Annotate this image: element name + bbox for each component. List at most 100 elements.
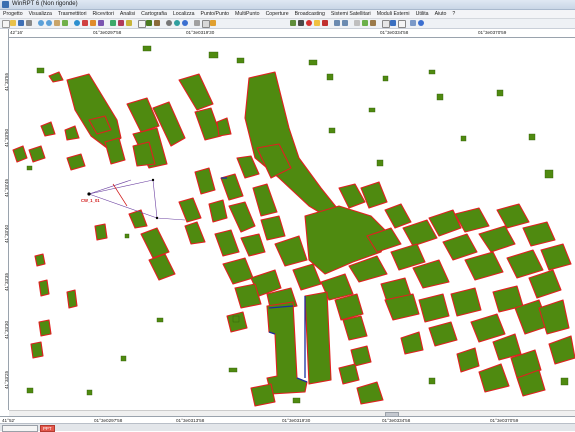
building[interactable]: [94, 223, 108, 241]
export-icon[interactable]: [194, 20, 200, 26]
building[interactable]: [34, 253, 46, 267]
menu-cartografia[interactable]: Cartografia: [138, 10, 170, 18]
building-icon[interactable]: [154, 20, 160, 26]
building[interactable]: [64, 125, 80, 141]
status-tab[interactable]: [2, 425, 38, 432]
menu-localizza[interactable]: Localizza: [170, 10, 198, 18]
select-icon[interactable]: [138, 20, 146, 28]
menu-aiuto[interactable]: Aiuto: [432, 10, 450, 18]
building[interactable]: [38, 279, 50, 297]
route-icon[interactable]: [290, 20, 296, 26]
zoom-out-icon[interactable]: [46, 20, 52, 26]
map-icon[interactable]: [362, 20, 368, 26]
building[interactable]: [48, 71, 64, 83]
building[interactable]: [548, 335, 575, 365]
building[interactable]: [478, 363, 510, 393]
settings-icon[interactable]: [166, 20, 172, 26]
building[interactable]: [38, 319, 52, 337]
map-svg[interactable]: CW_1_01: [9, 38, 575, 410]
building[interactable]: [338, 363, 360, 385]
draw-line-icon[interactable]: [298, 20, 304, 26]
building[interactable]: [304, 291, 332, 385]
building[interactable]: [540, 243, 572, 271]
menu-multipunto[interactable]: MultiPunto: [232, 10, 263, 18]
building[interactable]: [456, 347, 480, 373]
building[interactable]: [522, 221, 556, 247]
building[interactable]: [128, 209, 148, 229]
building[interactable]: [228, 201, 256, 233]
building[interactable]: [274, 235, 308, 267]
building[interactable]: [496, 203, 530, 229]
building[interactable]: [292, 263, 322, 291]
building[interactable]: [538, 299, 570, 335]
menu-moduli-esterni[interactable]: Moduli Esterni: [374, 10, 413, 18]
menu-utilita[interactable]: Utilita: [413, 10, 432, 18]
building[interactable]: [506, 249, 544, 279]
building[interactable]: [208, 199, 228, 223]
building[interactable]: [30, 341, 44, 359]
open-icon[interactable]: [10, 20, 16, 26]
building[interactable]: [342, 315, 368, 341]
building[interactable]: [528, 269, 562, 299]
menu-coperture[interactable]: Coperture: [263, 10, 292, 18]
building[interactable]: [450, 287, 482, 317]
undo-icon[interactable]: [334, 20, 340, 26]
building[interactable]: [216, 117, 232, 137]
building[interactable]: [442, 233, 478, 261]
menu-punto-punto[interactable]: Punto/Punto: [197, 10, 232, 18]
building[interactable]: [126, 97, 160, 133]
building[interactable]: [252, 183, 278, 217]
legend-icon[interactable]: [354, 20, 360, 26]
menu-progetto[interactable]: Progetto: [0, 10, 26, 18]
receiver-icon[interactable]: [90, 20, 96, 26]
profile-icon[interactable]: [118, 20, 124, 26]
measure-icon[interactable]: [210, 20, 216, 26]
info-icon[interactable]: [182, 20, 188, 26]
building[interactable]: [464, 251, 504, 281]
print-icon[interactable]: [26, 20, 32, 26]
help-icon[interactable]: [418, 20, 424, 26]
building[interactable]: [104, 137, 126, 165]
building[interactable]: [428, 321, 458, 347]
building[interactable]: [194, 167, 216, 195]
report-icon[interactable]: [398, 20, 406, 28]
building[interactable]: [418, 293, 450, 323]
menu-visualizza[interactable]: Visualizza: [26, 10, 55, 18]
building[interactable]: [66, 153, 86, 171]
menu-help[interactable]: ?: [449, 10, 458, 18]
building[interactable]: [184, 221, 206, 245]
antenna-icon[interactable]: [82, 20, 88, 26]
save-icon[interactable]: [18, 20, 24, 26]
building[interactable]: [350, 345, 372, 367]
chart-icon[interactable]: [390, 20, 396, 26]
menu-ricevitori[interactable]: Ricevitori: [90, 10, 117, 18]
layers-icon[interactable]: [62, 20, 68, 26]
coverage-icon[interactable]: [110, 20, 116, 26]
building[interactable]: [360, 181, 388, 209]
building[interactable]: [400, 331, 424, 355]
menu-broadcasting[interactable]: Broadcasting: [292, 10, 328, 18]
building[interactable]: [66, 289, 78, 309]
building[interactable]: [250, 383, 276, 407]
menu-sistemi-satellitari[interactable]: Sistemi Satellitari: [328, 10, 374, 18]
transmitter-marker[interactable]: [87, 192, 91, 196]
menu-analisi[interactable]: Analisi: [117, 10, 138, 18]
edit-icon[interactable]: [314, 20, 320, 26]
map-canvas[interactable]: CW_1_01: [9, 38, 575, 410]
polygon-icon[interactable]: [146, 20, 152, 26]
grid-icon[interactable]: [202, 20, 210, 28]
refresh-icon[interactable]: [174, 20, 180, 26]
ruler-icon[interactable]: [126, 20, 132, 26]
building[interactable]: [240, 233, 266, 257]
building[interactable]: [214, 229, 240, 257]
table-icon[interactable]: [382, 20, 390, 28]
terrain-icon[interactable]: [370, 20, 376, 26]
pan-icon[interactable]: [54, 20, 60, 26]
zoom-in-icon[interactable]: [38, 20, 44, 26]
menu-trasmettitori[interactable]: Trasmettitori: [55, 10, 90, 18]
building[interactable]: [236, 155, 260, 179]
building[interactable]: [260, 215, 286, 241]
status-tab-active[interactable]: PPT: [40, 425, 55, 432]
building[interactable]: [40, 121, 56, 137]
building[interactable]: [178, 197, 202, 223]
